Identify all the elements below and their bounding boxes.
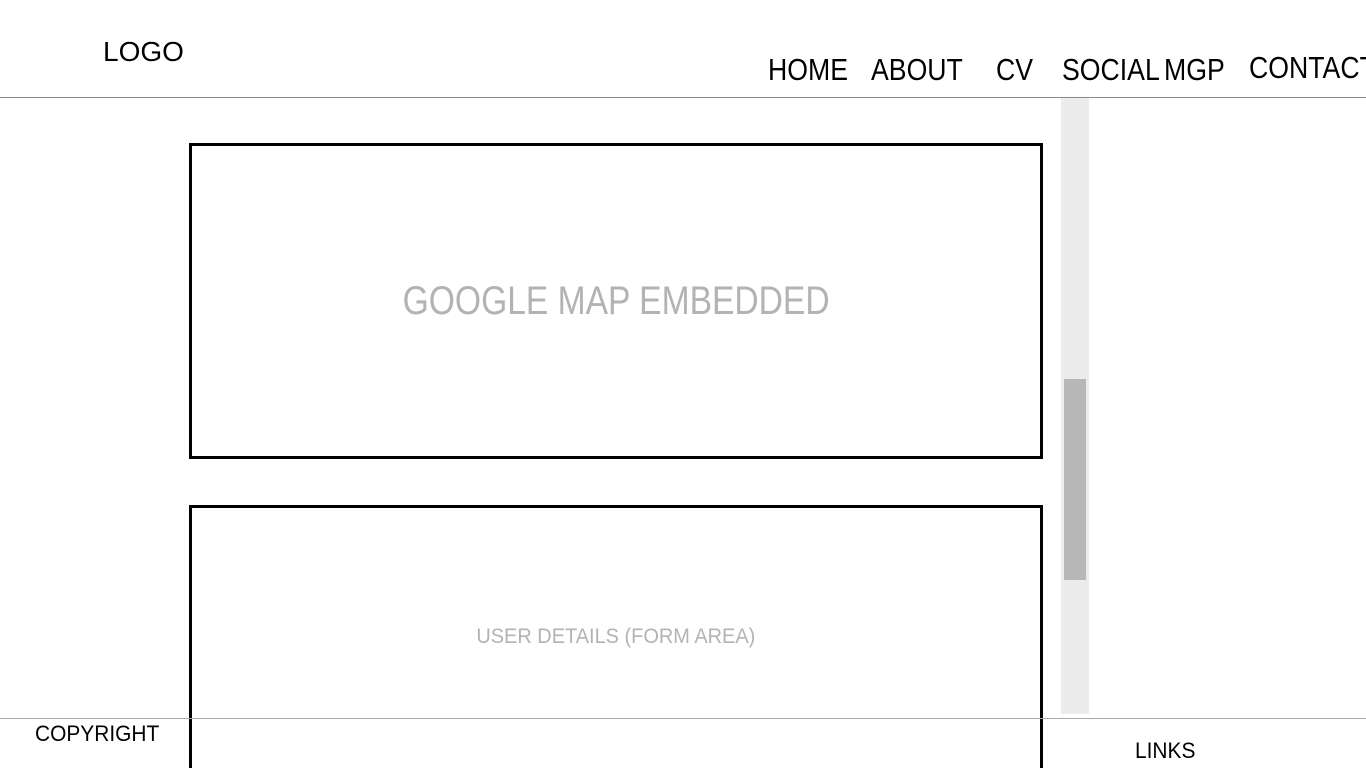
nav-about-link[interactable]: ABOUT [871, 52, 963, 88]
form-placeholder-label: USER DETAILS (FORM AREA) [476, 625, 756, 648]
footer-divider [0, 718, 1366, 719]
map-placeholder-label: GOOGLE MAP EMBEDDED [402, 278, 830, 323]
nav-cv-link[interactable]: CV [996, 52, 1033, 88]
map-embed-area[interactable]: GOOGLE MAP EMBEDDED [189, 143, 1043, 459]
nav-home-link[interactable]: HOME [768, 52, 848, 88]
user-details-form-area[interactable]: USER DETAILS (FORM AREA) [189, 505, 1043, 768]
copyright-text: COPYRIGHT [35, 721, 160, 746]
header-divider [0, 97, 1366, 98]
nav-social-link[interactable]: SOCIAL [1062, 52, 1160, 88]
footer-links[interactable]: LINKS [1135, 738, 1195, 764]
nav-mgp-link[interactable]: MGP [1164, 52, 1225, 88]
scrollbar-thumb[interactable] [1064, 379, 1086, 580]
nav-contact-link[interactable]: CONTACT [1249, 50, 1366, 86]
scrollbar-track[interactable] [1061, 98, 1089, 714]
page: LOGO HOME ABOUT CV SOCIAL MGP CONTACT GO… [0, 0, 1366, 768]
logo[interactable]: LOGO [103, 36, 184, 68]
